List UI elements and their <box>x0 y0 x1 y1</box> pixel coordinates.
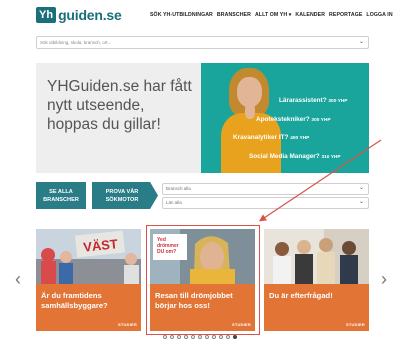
hero-item: Kravanalytiker IT? 400 YHP <box>233 134 309 141</box>
card-category: STUDIER <box>118 322 137 327</box>
hero-item-salary: 400 YHP <box>290 136 310 141</box>
hero-item: Apotekstekniker? 300 YHP <box>256 116 331 123</box>
card-image: VÄST <box>36 229 141 284</box>
card-body: Är du framtidens samhällsbyggare? STUDIE… <box>36 284 141 331</box>
county-select-value: Län alla <box>166 200 182 205</box>
carousel-next-arrow-icon[interactable]: › <box>381 270 387 288</box>
carousel-dot[interactable] <box>226 335 230 339</box>
person-hand <box>245 103 255 119</box>
hero-text-panel: YHGuiden.se har fått nytt utseende, hopp… <box>36 63 201 173</box>
card-image <box>264 229 369 284</box>
main-nav: SÖK YH-UTBILDNINGAR BRANSCHER ALLT OM YH… <box>150 12 393 18</box>
nav-item-calendar[interactable]: KALENDER <box>295 12 325 18</box>
chevron-down-icon: ⌄ <box>358 199 364 205</box>
logo-text: guiden.se <box>58 7 122 23</box>
industry-select[interactable]: Bransch alla ⌄ <box>162 183 369 195</box>
highlight-box <box>146 225 260 335</box>
card-category: STUDIER <box>346 322 365 327</box>
hero-item: Social Media Manager? 310 YHP <box>249 153 341 160</box>
carousel-dot[interactable] <box>170 335 174 339</box>
hero-item: Lärarassistent? 300 YHP <box>279 97 348 104</box>
nav-item-about-yh[interactable]: ALLT OM YH ▾ <box>255 12 291 18</box>
nav-item-reportage[interactable]: REPORTAGE <box>329 12 362 18</box>
search-input[interactable]: Sök utbildning, skola, bransch, ort... ⌄ <box>36 36 369 49</box>
hero-image-panel: Lärarassistent? 300 YHP Apotekstekniker?… <box>201 63 369 173</box>
hero-item-salary: 300 YHP <box>328 99 348 104</box>
try-search-engine-button[interactable]: PROVA VÅR SÖKMOTOR <box>92 182 158 209</box>
hero-item-salary: 310 YHP <box>321 155 341 160</box>
hero-banner[interactable]: YHGuiden.se har fått nytt utseende, hopp… <box>36 63 369 173</box>
carousel-dot[interactable] <box>198 335 202 339</box>
chevron-down-icon: ⌄ <box>358 185 364 191</box>
logo-mark: Yh <box>36 7 57 23</box>
nav-item-search-education[interactable]: SÖK YH-UTBILDNINGAR <box>150 12 213 18</box>
carousel-dot[interactable] <box>184 335 188 339</box>
see-all-industries-button[interactable]: SE ALLA BRANSCHER <box>36 182 86 209</box>
search-placeholder: Sök utbildning, skola, bransch, ort... <box>40 40 112 45</box>
nav-item-login[interactable]: LOGGA IN <box>366 12 392 18</box>
hero-title: YHGuiden.se har fått nytt utseende, hopp… <box>47 78 192 133</box>
card-title: Du är efterfrågad! <box>269 291 333 300</box>
card-body: Du är efterfrågad! STUDIER <box>264 284 369 331</box>
carousel-dot[interactable] <box>177 335 181 339</box>
chevron-down-icon: ⌄ <box>358 39 364 45</box>
hero-item-role: Social Media Manager? <box>249 153 320 160</box>
hero-item-role: Apotekstekniker? <box>256 116 310 123</box>
hero-item-salary: 300 YHP <box>311 118 331 123</box>
carousel-dot[interactable] <box>212 335 216 339</box>
carousel-dot[interactable] <box>163 335 167 339</box>
nav-item-about-yh-label: ALLT OM YH <box>254 12 288 18</box>
industry-select-value: Bransch alla <box>166 186 191 191</box>
hero-item-role: Lärarassistent? <box>279 97 327 104</box>
card-title: Är du framtidens samhällsbyggare? <box>41 291 108 310</box>
carousel-dot[interactable] <box>191 335 195 339</box>
article-card[interactable]: Du är efterfrågad! STUDIER <box>264 229 369 331</box>
site-header: Yh guiden.se SÖK YH-UTBILDNINGAR BRANSCH… <box>0 0 396 30</box>
nav-item-industries[interactable]: BRANSCHER <box>217 12 251 18</box>
chevron-down-icon: ▾ <box>287 12 292 18</box>
article-card[interactable]: VÄST Är du framtidens samhällsbyggare? S… <box>36 229 141 331</box>
carousel-dot[interactable] <box>205 335 209 339</box>
carousel-dot[interactable] <box>219 335 223 339</box>
carousel-pagination <box>163 335 237 339</box>
carousel-prev-arrow-icon[interactable]: ‹ <box>15 270 21 288</box>
county-select[interactable]: Län alla ⌄ <box>162 197 369 209</box>
hero-item-role: Kravanalytiker IT? <box>233 134 289 141</box>
site-logo[interactable]: Yh guiden.se <box>36 7 122 23</box>
carousel-dot[interactable] <box>233 335 237 339</box>
